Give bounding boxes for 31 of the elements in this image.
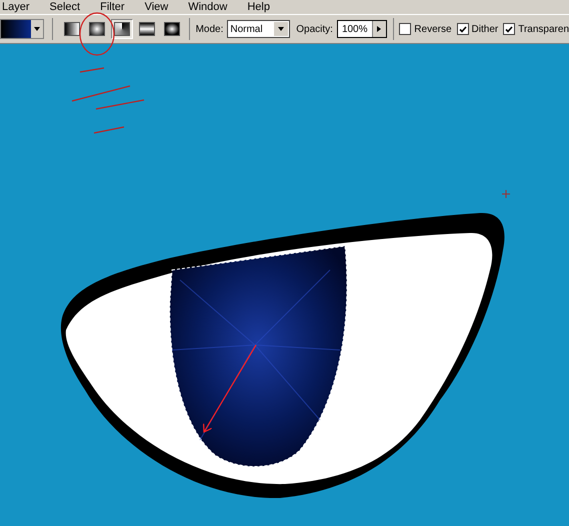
caret-icon xyxy=(278,27,284,31)
menu-item[interactable]: Help xyxy=(247,2,270,12)
checkbox-label: Dither xyxy=(472,22,498,36)
gradient-icon xyxy=(164,22,180,36)
gradient-icon xyxy=(114,22,130,36)
gradient-swatch xyxy=(1,20,31,38)
gradient-picker[interactable] xyxy=(0,19,44,39)
crosshair-icon xyxy=(502,190,510,198)
checkbox[interactable] xyxy=(456,23,469,35)
mode-label: Mode: xyxy=(196,22,224,36)
checkbox-label: Transparen xyxy=(518,22,569,36)
menu-item[interactable]: Layer xyxy=(2,2,30,12)
gradient-icon xyxy=(138,22,155,36)
opacity-field[interactable]: 100% xyxy=(336,20,387,38)
checkbox[interactable] xyxy=(399,23,412,35)
checkbox-label: Reverse xyxy=(414,22,452,36)
play-arrow-icon xyxy=(377,26,382,32)
caret-icon xyxy=(34,27,40,31)
gradient-icon xyxy=(64,22,80,36)
gradient-type-button[interactable] xyxy=(110,19,133,39)
check-icon xyxy=(458,26,467,32)
menu-item[interactable]: Filter xyxy=(100,2,125,12)
opacity-label: Opacity: xyxy=(296,22,333,36)
annotation-circle xyxy=(77,11,117,57)
menu-item[interactable]: View xyxy=(144,2,168,12)
gradient-icon xyxy=(88,22,105,36)
checkbox[interactable] xyxy=(503,23,516,35)
menu-item[interactable]: Window xyxy=(188,2,228,12)
check-icon xyxy=(505,26,514,32)
mode-dropdown[interactable]: Normal xyxy=(227,20,290,38)
menu-item[interactable]: Select xyxy=(50,2,80,12)
